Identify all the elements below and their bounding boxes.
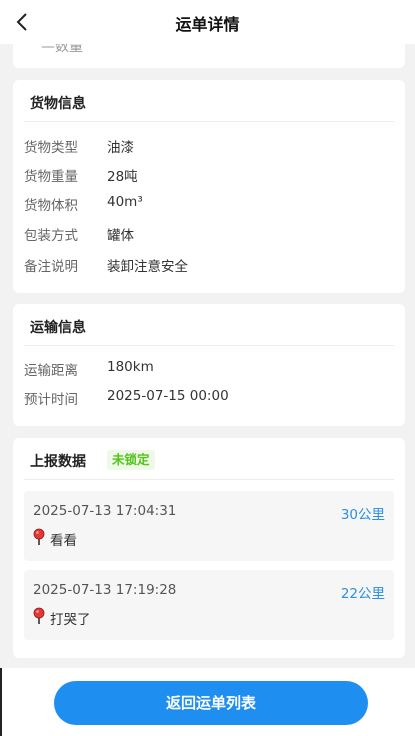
- map-pin-icon: [33, 528, 45, 545]
- report-time: 2025-07-13 17:04:31: [33, 503, 177, 519]
- row-value: 180km: [107, 359, 154, 375]
- content-scroll[interactable]: —数量 货物信息 货物类型 油漆 货物重量 28吨 货物体积 40m³ 包装方式…: [0, 44, 415, 668]
- transport-row-distance: 运输距离 180km: [24, 359, 394, 379]
- previous-card-partial-text: —数量: [41, 44, 83, 55]
- report-distance: 30公里: [340, 507, 385, 523]
- report-card-header: 上报数据 未锁定: [24, 438, 394, 480]
- cargo-info-card: 货物信息 货物类型 油漆 货物重量 28吨 货物体积 40m³ 包装方式 罐体 …: [13, 80, 405, 293]
- row-value: 装卸注意安全: [107, 259, 188, 275]
- report-note-text: 打哭了: [50, 612, 91, 628]
- previous-info-card: —数量: [13, 44, 405, 68]
- row-value: 28吨: [107, 169, 138, 185]
- report-note-text: 看看: [50, 533, 77, 549]
- return-to-list-button[interactable]: 返回运单列表: [54, 681, 368, 725]
- cargo-row-type: 货物类型 油漆: [24, 136, 394, 156]
- page-title: 运单详情: [175, 15, 240, 34]
- map-pin-icon: [33, 607, 45, 624]
- row-value: 2025-07-15 00:00: [107, 388, 229, 404]
- report-distance: 22公里: [340, 586, 385, 602]
- row-value: 罐体: [107, 228, 134, 244]
- row-label: 货物体积: [24, 198, 78, 214]
- cargo-row-packaging: 包装方式 罐体: [24, 224, 394, 244]
- top-bar: 运单详情: [0, 0, 415, 44]
- cargo-card-header: 货物信息: [24, 80, 394, 122]
- row-label: 货物类型: [24, 140, 78, 156]
- cargo-row-remark: 备注说明 装卸注意安全: [24, 255, 394, 275]
- bottom-action-bar: 返回运单列表: [0, 668, 415, 736]
- cargo-row-volume: 货物体积 40m³: [24, 194, 394, 214]
- transport-card-title: 运输信息: [30, 320, 86, 336]
- cargo-card-title: 货物信息: [30, 96, 86, 112]
- report-item[interactable]: 2025-07-13 17:19:28 22公里 打哭了: [24, 570, 394, 640]
- report-card-title: 上报数据: [30, 454, 86, 470]
- report-time: 2025-07-13 17:19:28: [33, 582, 177, 598]
- row-label: 备注说明: [24, 259, 78, 275]
- row-value: 40m³: [107, 194, 143, 210]
- row-label: 包装方式: [24, 228, 78, 244]
- row-label: 运输距离: [24, 363, 78, 379]
- row-label: 货物重量: [24, 169, 78, 185]
- transport-row-eta: 预计时间 2025-07-15 00:00: [24, 388, 394, 408]
- report-item[interactable]: 2025-07-13 17:04:31 30公里 看看: [24, 491, 394, 561]
- transport-info-card: 运输信息 运输距离 180km 预计时间 2025-07-15 00:00: [13, 304, 405, 426]
- lock-status-badge: 未锁定: [107, 450, 155, 470]
- transport-card-header: 运输信息: [24, 304, 394, 346]
- row-value: 油漆: [107, 140, 134, 156]
- cargo-row-weight: 货物重量 28吨: [24, 165, 394, 185]
- row-label: 预计时间: [24, 392, 78, 408]
- report-data-card: 上报数据 未锁定 2025-07-13 17:04:31 30公里 看看 202…: [13, 438, 405, 658]
